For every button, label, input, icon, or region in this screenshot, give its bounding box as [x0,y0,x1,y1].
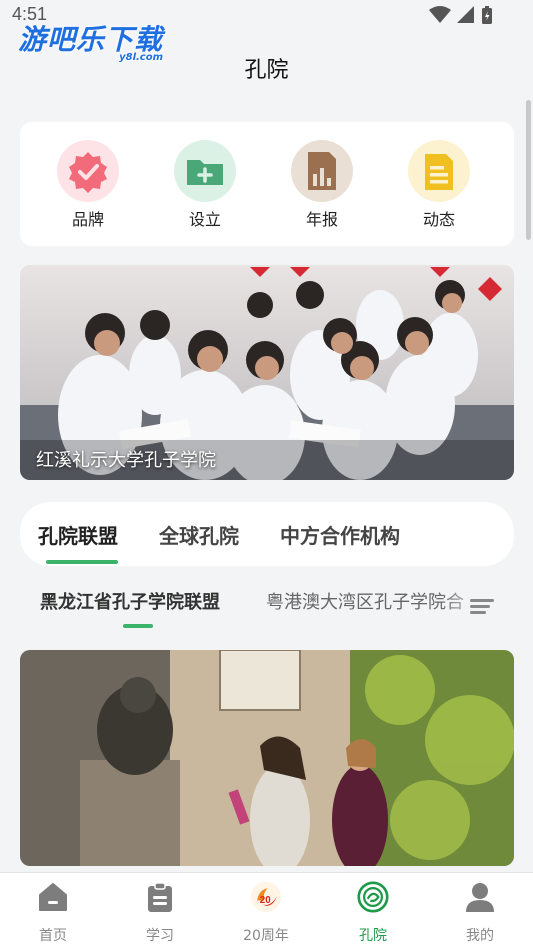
nav-label: 首页 [39,928,67,944]
page-title: 孔院 [244,58,289,83]
signal-icon [457,6,474,23]
nav-label: 孔院 [359,928,387,944]
quick-link-brand[interactable]: 品牌 [43,140,133,230]
alliance-photo [20,650,514,866]
svg-text:20: 20 [260,895,271,906]
institute-logo-icon [357,881,389,913]
main-tabs: 孔院联盟 全球孔院 中方合作机构 [20,502,514,566]
menu-icon[interactable] [470,596,494,617]
badge-check-icon [57,140,119,202]
nav-institute[interactable]: 孔院 [333,881,413,945]
active-tab-indicator [46,560,118,564]
nav-profile[interactable]: 我的 [440,881,520,945]
nav-study[interactable]: 学习 [120,881,200,945]
banner-caption: 红溪礼示大学孔子学院 [36,450,216,471]
home-icon [39,883,67,911]
bottom-nav: 首页 学习 20 20周年 孔院 我的 [0,872,533,949]
wifi-icon [429,6,451,23]
banner-carousel[interactable]: 红溪礼示大学孔子学院 [20,265,514,480]
quick-link-label: 动态 [422,210,455,229]
document-lines-icon [408,140,470,202]
nav-20th-anniversary[interactable]: 20 20周年 [226,881,306,945]
folder-add-icon [174,140,236,202]
battery-icon [482,6,492,24]
tab-alliance[interactable]: 孔院联盟 [38,520,118,549]
quick-link-annual-report[interactable]: 年报 [277,140,367,230]
anniversary-logo-icon: 20 [250,881,282,913]
tab-global-institutes[interactable]: 全球孔院 [159,520,239,549]
profile-icon [466,883,494,912]
nav-label: 学习 [146,928,174,944]
active-subtab-indicator [123,624,153,628]
report-chart-icon [291,140,353,202]
nav-home[interactable]: 首页 [13,881,93,945]
nav-label: 20周年 [243,928,289,944]
clipboard-icon [148,882,172,912]
subtab-heilongjiang[interactable]: 黑龙江省孔子学院联盟 [40,588,220,614]
tab-chinese-partners[interactable]: 中方合作机构 [280,520,400,549]
quick-link-label: 品牌 [71,210,104,229]
quick-link-news[interactable]: 动态 [394,140,484,230]
quick-link-establish[interactable]: 设立 [160,140,250,230]
scrollbar[interactable] [526,100,531,240]
quick-links-card: 品牌 设立 年报 动态 [20,122,514,246]
quick-link-label: 设立 [188,210,221,229]
status-icons [429,6,493,24]
alliance-photo-card[interactable] [20,650,514,866]
nav-label: 我的 [466,928,494,944]
quick-link-label: 年报 [305,210,338,229]
